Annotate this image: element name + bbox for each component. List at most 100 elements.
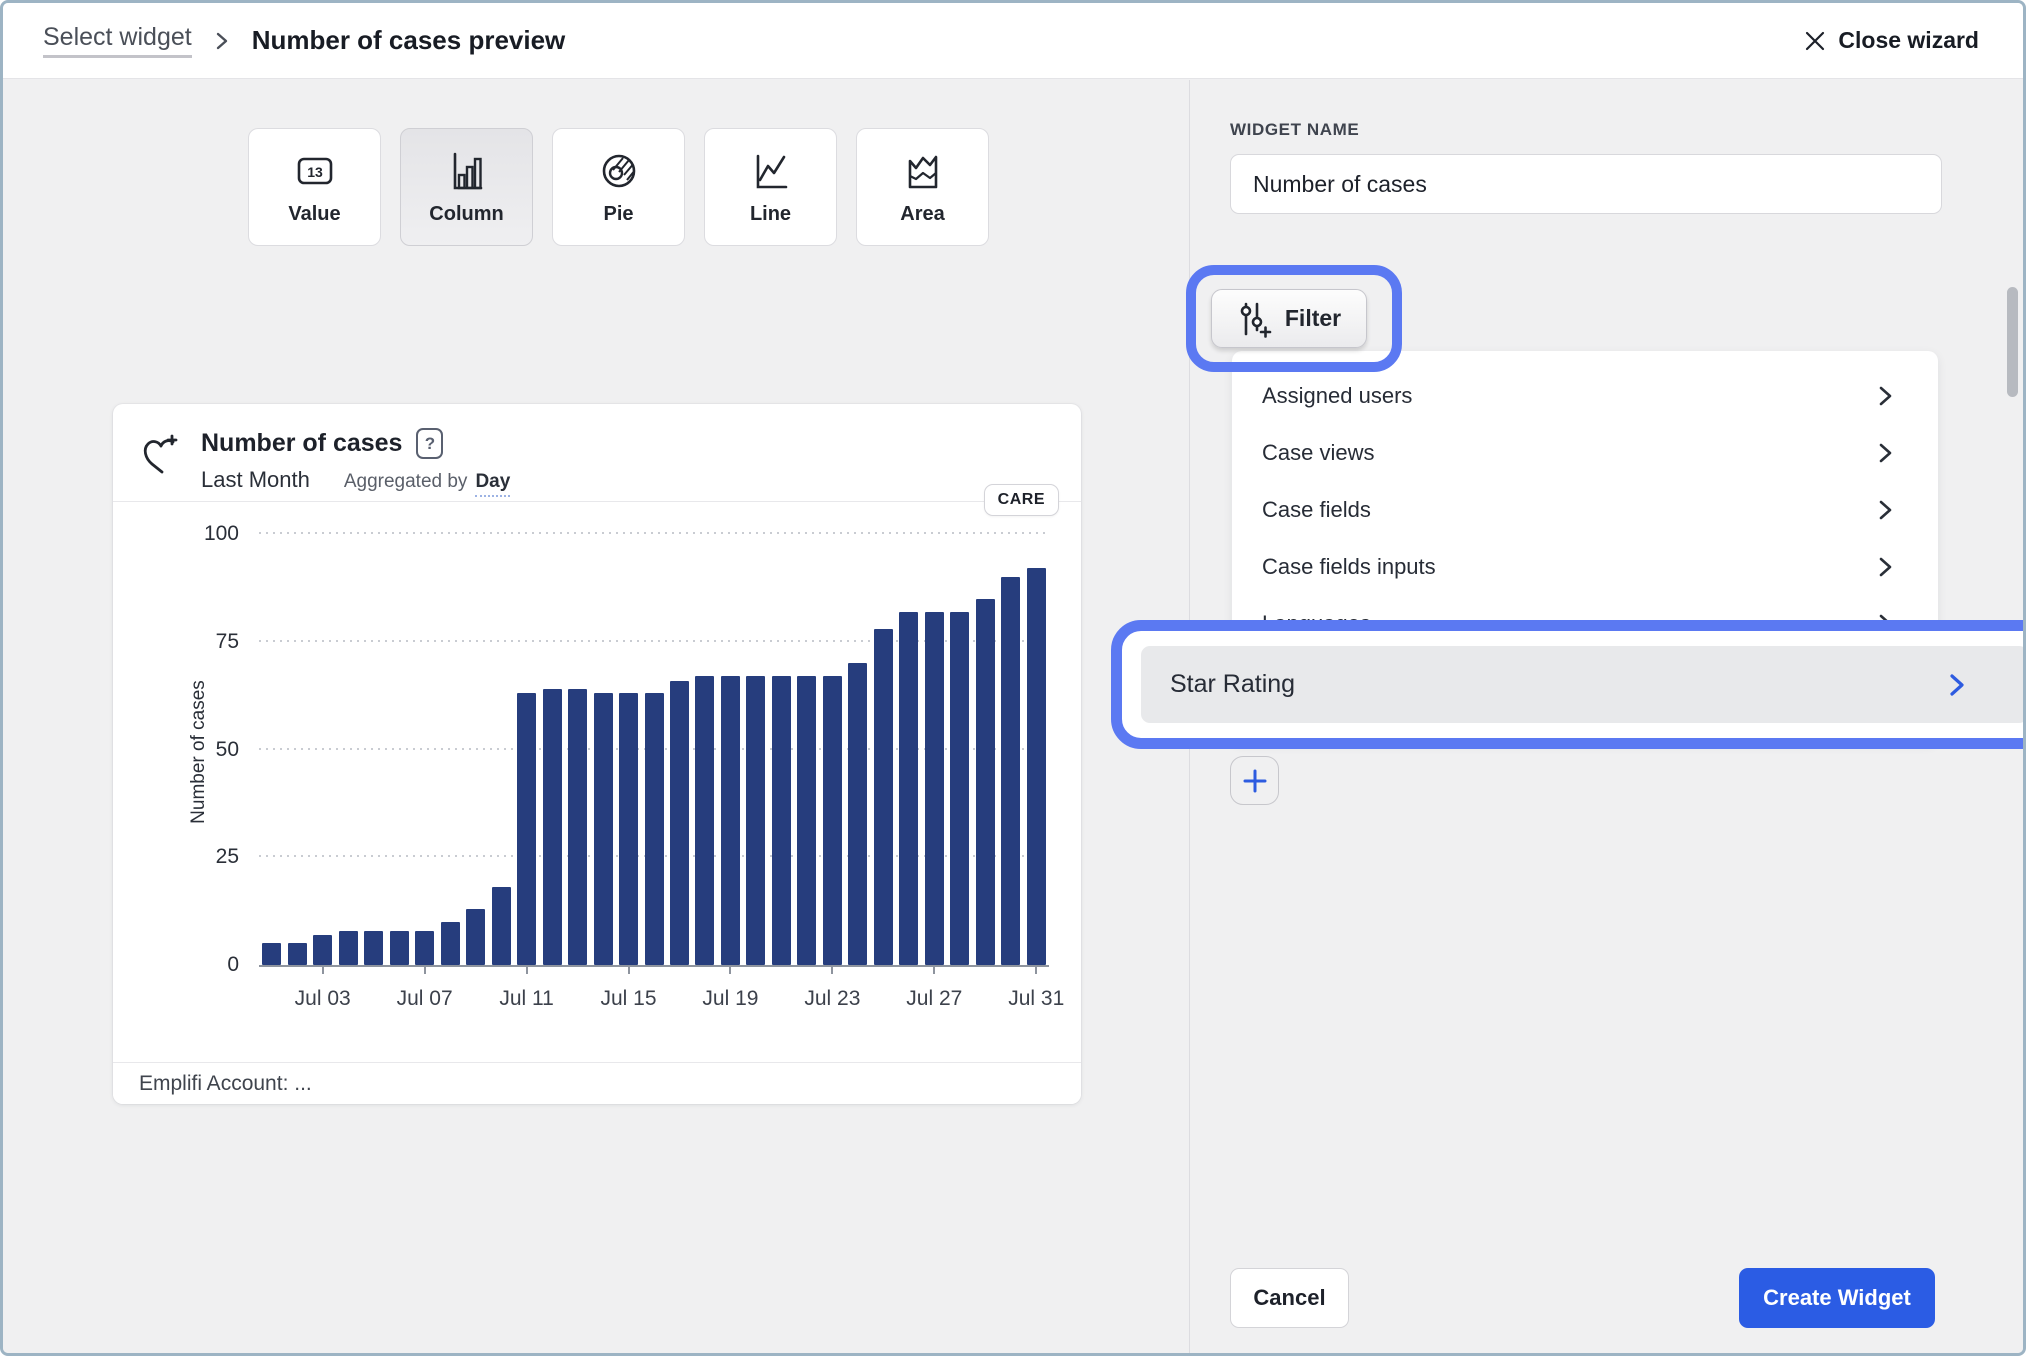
filter-category-case-fields-inputs[interactable]: Case fields inputs	[1232, 538, 1938, 595]
x-tick-label: Jul 27	[906, 987, 963, 1010]
star-rating-highlight-ring: Star Rating	[1111, 620, 2023, 749]
pie-chart-icon	[602, 154, 635, 187]
chevron-right-icon	[1878, 440, 1894, 466]
column-chart-icon	[453, 152, 482, 189]
wizard-header: Select widget Number of cases preview Cl…	[3, 3, 2023, 79]
bar	[313, 934, 333, 965]
chevron-right-icon	[1878, 554, 1894, 580]
chart-type-area-button[interactable]: Area	[856, 128, 989, 246]
plus-icon	[1243, 769, 1266, 792]
bar-slot-jul-29	[973, 534, 998, 965]
chart-type-value-button[interactable]: 13 Value	[248, 128, 381, 246]
bar-slot-jul-11	[514, 534, 539, 965]
widget-preview-card: Number of cases ? Last Month Aggregated …	[113, 404, 1081, 1104]
bar	[975, 598, 995, 965]
bar	[364, 930, 384, 965]
bar	[568, 689, 588, 965]
aggregation-value[interactable]: Day	[475, 471, 511, 497]
widget-wizard-window: Select widget Number of cases preview Cl…	[0, 0, 2026, 1356]
filter-category-label: Case fields inputs	[1262, 553, 1436, 579]
bar-slot-jul-26	[896, 534, 921, 965]
chart-type-line-button[interactable]: Line	[704, 128, 837, 246]
bar-slot-jul-07	[412, 534, 437, 965]
bar-slot-jul-17	[667, 534, 692, 965]
chart-type-pie-button[interactable]: Pie	[552, 128, 685, 246]
line-chart-icon	[756, 154, 787, 188]
page-title: Number of cases preview	[251, 25, 566, 55]
x-tick-label: Jul 03	[294, 987, 351, 1010]
create-widget-button[interactable]: Create Widget	[1739, 1268, 1935, 1328]
chevron-right-icon	[1948, 671, 1966, 699]
bar	[669, 680, 689, 965]
close-wizard-button[interactable]: Close wizard	[1804, 27, 1979, 54]
x-tick-label: Jul 23	[804, 987, 861, 1010]
filter-category-star-rating[interactable]: Star Rating	[1141, 646, 2023, 723]
bar	[797, 676, 817, 965]
filter-category-case-fields[interactable]: Case fields	[1232, 481, 1938, 538]
bar	[822, 676, 842, 965]
bar-slot-jul-08	[437, 534, 462, 965]
bar-slot-jul-20	[743, 534, 768, 965]
bar-slot-jul-03	[310, 534, 335, 965]
preview-chart-title: Number of cases	[201, 429, 403, 457]
breadcrumb-chevron-icon	[214, 29, 230, 53]
filter-category-case-views[interactable]: Case views	[1232, 424, 1938, 481]
care-heart-icon	[139, 430, 183, 501]
bar	[262, 943, 282, 965]
filter-button[interactable]: Filter	[1211, 289, 1367, 348]
svg-text:13: 13	[307, 164, 323, 180]
close-wizard-label: Close wizard	[1838, 27, 1979, 53]
add-filter-button[interactable]	[1230, 756, 1279, 805]
bar-slot-jul-18	[692, 534, 717, 965]
chevron-right-icon	[1878, 383, 1894, 409]
bar	[695, 676, 715, 965]
bar-slot-jul-13	[565, 534, 590, 965]
help-icon[interactable]: ?	[416, 428, 444, 459]
breadcrumb-select-widget[interactable]: Select widget	[43, 23, 192, 58]
x-tick	[321, 965, 324, 974]
x-tick	[423, 965, 426, 974]
filter-button-label: Filter	[1284, 305, 1342, 331]
filter-highlight-ring: Filter	[1186, 265, 1402, 372]
preview-period: Last Month	[201, 467, 310, 492]
x-tick	[1035, 965, 1038, 974]
x-tick-label: Jul 19	[702, 987, 759, 1010]
bar	[1026, 568, 1046, 965]
y-tick-label: 25	[215, 845, 239, 869]
chart-type-column-button[interactable]: Column	[400, 128, 533, 246]
bar-slot-jul-14	[590, 534, 615, 965]
bar-slot-jul-10	[488, 534, 513, 965]
bar-slot-jul-15	[616, 534, 641, 965]
x-tick-label: Jul 11	[499, 987, 554, 1010]
x-tick	[627, 965, 630, 974]
bar	[440, 921, 460, 965]
bar	[542, 689, 562, 965]
bar	[466, 908, 486, 965]
bar-slot-jul-19	[718, 534, 743, 965]
bar-slot-jul-23	[820, 534, 845, 965]
chart-type-label: Column	[429, 202, 504, 225]
bar-slot-jul-25	[871, 534, 896, 965]
dropdown-scrollbar[interactable]	[2007, 287, 2018, 397]
cancel-button[interactable]: Cancel	[1230, 1268, 1349, 1328]
bar-slot-jul-12	[539, 534, 564, 965]
chart-type-label: Area	[900, 202, 945, 225]
filter-category-assigned-users[interactable]: Assigned users	[1232, 367, 1938, 424]
preview-card-header: Number of cases ? Last Month Aggregated …	[113, 404, 1081, 501]
star-rating-label: Star Rating	[1170, 670, 1296, 698]
bar-slot-jul-04	[335, 534, 360, 965]
x-tick	[831, 965, 834, 974]
bar	[873, 628, 893, 965]
filter-category-label: Assigned users	[1262, 382, 1413, 408]
bar-slot-jul-22	[794, 534, 819, 965]
filter-sliders-icon	[1240, 302, 1272, 338]
bar	[720, 676, 740, 965]
bar	[619, 693, 639, 965]
bar	[924, 611, 944, 965]
bar	[771, 676, 791, 965]
bar-slot-jul-02	[284, 534, 309, 965]
bar	[746, 676, 766, 965]
chart-type-label: Pie	[603, 202, 634, 225]
widget-name-input[interactable]	[1230, 154, 1942, 214]
close-icon	[1806, 31, 1825, 50]
